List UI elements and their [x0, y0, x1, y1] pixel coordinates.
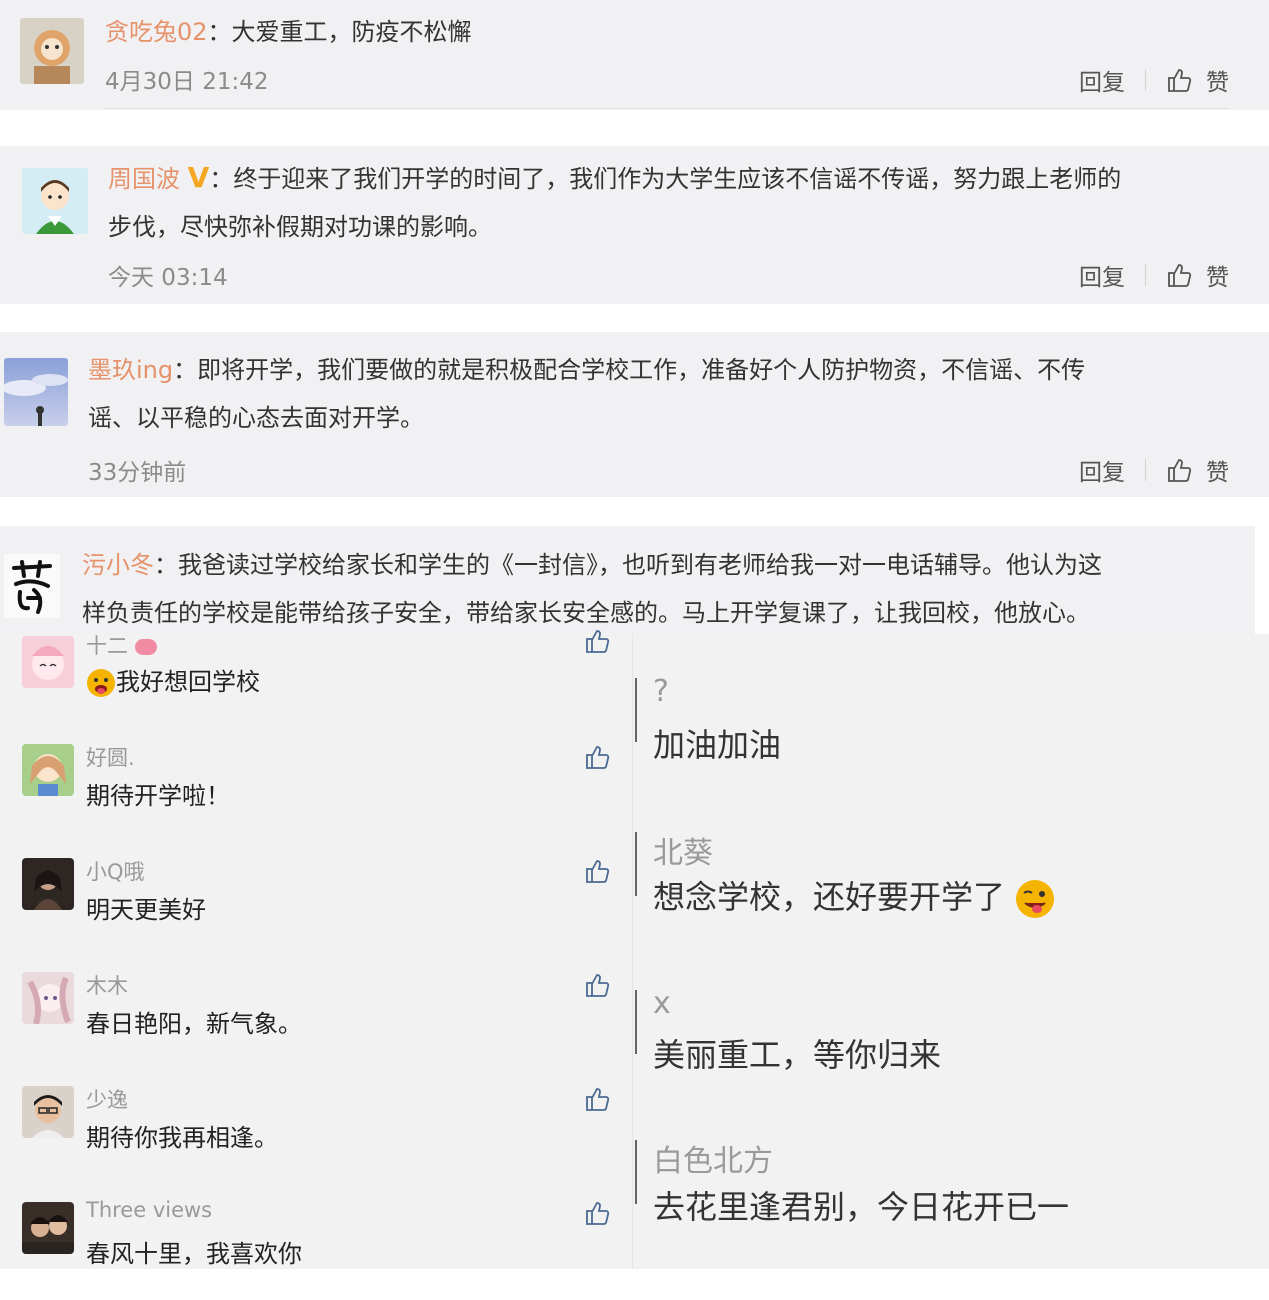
- avatar[interactable]: [22, 1086, 74, 1138]
- comment-card: 贪吃兔02：大爱重工，防疫不松懈 4月30日 21:42 回复 赞: [0, 0, 1269, 110]
- avatar[interactable]: [4, 358, 68, 426]
- comment-text: 春日艳阳，新气象。: [86, 1010, 302, 1038]
- avatar[interactable]: [22, 1202, 74, 1254]
- comment-card: 污小冬：我爸读过学校给家长和学生的《一封信》，也听到有老师给我一对一电话辅导。他…: [0, 526, 1255, 634]
- pig-icon: [134, 639, 157, 655]
- reply-button[interactable]: 回复: [1079, 258, 1125, 292]
- like-button[interactable]: 赞: [1206, 258, 1229, 292]
- username[interactable]: ?: [653, 674, 669, 709]
- comment-text: 去花里逢君别，今日花开已一: [653, 1188, 1070, 1226]
- quote-bar: [635, 678, 637, 742]
- comment-time: 33分钟前: [88, 460, 187, 486]
- list-item: Three views 春风十里，我喜欢你: [0, 1190, 632, 1300]
- comment-time: 今天 03:14: [108, 265, 228, 291]
- comment-text: 期待开学啦！: [86, 782, 230, 810]
- thumbs-up-icon[interactable]: [1166, 67, 1192, 93]
- comment-time: 4月30日 21:42: [105, 69, 269, 95]
- avatar[interactable]: [22, 636, 74, 688]
- list-item: ? 加油加油: [633, 674, 1269, 794]
- avatar[interactable]: [22, 858, 74, 910]
- thumbs-up-icon[interactable]: [1166, 262, 1192, 288]
- username[interactable]: 木木: [86, 970, 128, 1000]
- list-item: 木木 春日艳阳，新气象。: [0, 962, 632, 1072]
- list-item: 少逸 期待你我再相逢。: [0, 1076, 632, 1186]
- comment-text: 想念学校，还好要开学了: [653, 872, 1055, 919]
- username[interactable]: 贪吃兔02: [105, 18, 208, 46]
- list-item: 北葵 想念学校，还好要开学了: [633, 828, 1269, 948]
- list-item: x 美丽重工，等你归来: [633, 986, 1269, 1106]
- comment-text: 加油加油: [653, 726, 782, 764]
- thumbs-up-icon[interactable]: [584, 858, 610, 884]
- username[interactable]: x: [653, 986, 671, 1021]
- lower-section: 十二 我好想回学校 好圆. 期待开学啦！ 小Q哦 明天更美好 木木 春日艳阳，新…: [0, 630, 1269, 1269]
- avatar[interactable]: [22, 744, 74, 796]
- thumbs-up-icon[interactable]: [584, 1086, 610, 1112]
- comment-actions: 回复 赞: [1079, 258, 1229, 292]
- quote-bar: [635, 1140, 637, 1204]
- comment-text: 墨玖ing：即将开学，我们要做的就是积极配合学校工作，准备好个人防护物资，不信谣…: [88, 356, 1086, 432]
- list-item: 小Q哦 明天更美好: [0, 848, 632, 958]
- comment-text: 周国波 V：终于迎来了我们开学的时间了，我们作为大学生应该不信谣不传谣，努力跟上…: [108, 161, 1122, 241]
- left-comment-list: 十二 我好想回学校 好圆. 期待开学啦！ 小Q哦 明天更美好 木木 春日艳阳，新…: [0, 630, 633, 1269]
- username[interactable]: 墨玖ing: [88, 356, 173, 384]
- avatar[interactable]: [20, 18, 84, 84]
- username[interactable]: 北葵: [653, 828, 713, 872]
- wink-tongue-emoji-icon: [1016, 880, 1055, 918]
- right-comment-list: ? 加油加油 北葵 想念学校，还好要开学了 x 美丽重工，等你归来 白色北方 去…: [633, 634, 1269, 1269]
- like-button[interactable]: 赞: [1206, 63, 1229, 97]
- username[interactable]: 周国波: [108, 165, 180, 193]
- divider: [1145, 69, 1146, 91]
- avatar[interactable]: [22, 972, 74, 1024]
- comment-text: 明天更美好: [86, 896, 206, 924]
- verified-badge-icon: V: [187, 161, 210, 194]
- comment-text: 贪吃兔02：大爱重工，防疫不松懈: [105, 18, 472, 46]
- username[interactable]: 好圆.: [86, 742, 135, 772]
- list-item: 十二 我好想回学校: [0, 622, 632, 732]
- username[interactable]: 少逸: [86, 1084, 128, 1114]
- avatar[interactable]: [4, 554, 60, 618]
- username[interactable]: Three views: [86, 1198, 212, 1222]
- username[interactable]: 十二: [86, 630, 157, 660]
- comment-text: 美丽重工，等你归来: [653, 1036, 942, 1074]
- quote-bar: [635, 832, 637, 896]
- comment-actions: 回复 赞: [1079, 63, 1229, 97]
- divider: [105, 108, 1229, 109]
- thumbs-up-icon[interactable]: [584, 744, 610, 770]
- comment-card: 墨玖ing：即将开学，我们要做的就是积极配合学校工作，准备好个人防护物资，不信谣…: [0, 332, 1269, 497]
- quote-bar: [635, 990, 637, 1054]
- reply-button[interactable]: 回复: [1079, 453, 1125, 487]
- like-button[interactable]: 赞: [1206, 453, 1229, 487]
- thumbs-up-icon[interactable]: [584, 972, 610, 998]
- username[interactable]: 污小冬: [82, 551, 154, 579]
- comment-card: 周国波 V：终于迎来了我们开学的时间了，我们作为大学生应该不信谣不传谣，努力跟上…: [0, 146, 1269, 304]
- thumbs-up-icon[interactable]: [584, 1200, 610, 1226]
- thumbs-up-icon[interactable]: [584, 628, 610, 654]
- comment-text: 春风十里，我喜欢你: [86, 1240, 302, 1268]
- comment-text: 我好想回学校: [86, 662, 260, 698]
- avatar[interactable]: [22, 168, 88, 234]
- username[interactable]: 白色北方: [653, 1136, 773, 1180]
- username[interactable]: 小Q哦: [86, 856, 145, 886]
- reply-button[interactable]: 回复: [1079, 63, 1125, 97]
- list-item: 好圆. 期待开学啦！: [0, 734, 632, 844]
- divider: [1145, 459, 1146, 481]
- divider: [1145, 264, 1146, 286]
- comment-actions: 回复 赞: [1079, 453, 1229, 487]
- list-item: 白色北方 去花里逢君别，今日花开已一: [633, 1136, 1269, 1256]
- thumbs-up-icon[interactable]: [1166, 457, 1192, 483]
- comment-text: 期待你我再相逢。: [86, 1124, 278, 1152]
- tongue-emoji-icon: [87, 669, 115, 697]
